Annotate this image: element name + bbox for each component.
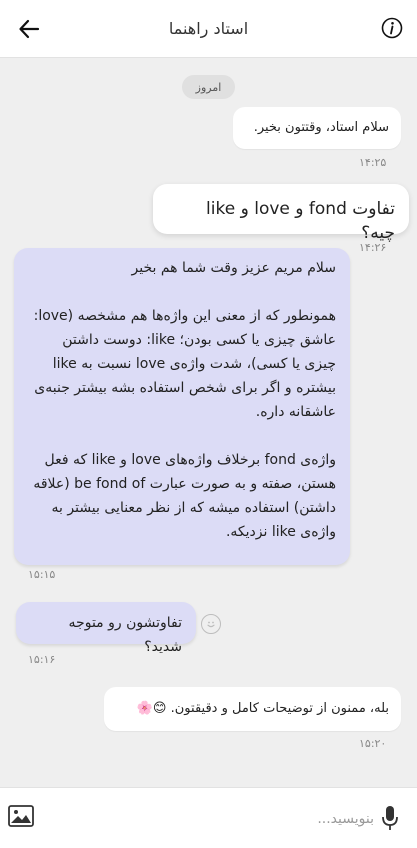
info-button[interactable] [379, 15, 405, 41]
app-header: استاد راهنما [0, 0, 417, 58]
message-paragraph: سلام مریم عزیز وقت شما هم بخیر [131, 260, 336, 276]
chat-title: استاد راهنما [168, 19, 249, 38]
microphone-icon [382, 806, 398, 830]
message-text: تفاوت fond و love و like چیه؟ [206, 199, 395, 243]
message-bubble-outgoing[interactable]: سلام استاد، وقتتون بخیر. [233, 107, 401, 149]
reaction-button[interactable] [201, 614, 221, 634]
message-bubble-incoming[interactable]: سلام مریم عزیز وقت شما هم بخیر همونطور ک… [14, 248, 350, 565]
image-icon [8, 805, 34, 827]
chat-area[interactable]: امروز سلام استاد، وقتتون بخیر. ۱۴:۲۵ تفا… [0, 57, 417, 787]
message-bubble-incoming[interactable]: تفاوتشون رو متوجه شدید؟ [16, 602, 196, 655]
message-text: بله، ممنون از توضیحات کامل و دقیقتون. 😊🌸 [136, 701, 389, 716]
attach-image-button[interactable] [8, 805, 36, 829]
info-icon [381, 17, 403, 39]
message-bubble-outgoing[interactable]: بله، ممنون از توضیحات کامل و دقیقتون. 😊🌸 [104, 687, 401, 731]
message-paragraph: واژه‌ی fond برخلاف واژه‌های love و like … [33, 452, 336, 540]
message-text: تفاوتشون رو متوجه شدید؟ [68, 615, 182, 655]
message-bubble-outgoing[interactable]: تفاوت fond و love و like چیه؟ [153, 184, 409, 243]
message-text: سلام استاد، وقتتون بخیر. [253, 120, 389, 135]
message-time: ۱۵:۲۰ [359, 737, 387, 750]
arrow-left-icon [19, 19, 40, 39]
smiley-icon [207, 621, 215, 628]
message-time: ۱۵:۱۶ [28, 653, 56, 666]
back-button[interactable] [14, 14, 44, 44]
message-composer [0, 787, 417, 848]
message-paragraph: همونطور که از معنی این واژه‌ها هم مشخصه … [33, 308, 336, 420]
voice-record-button[interactable] [381, 805, 401, 831]
message-time: ۱۴:۲۶ [359, 241, 387, 254]
date-separator: امروز [182, 75, 235, 99]
message-input[interactable] [52, 802, 376, 836]
message-time: ۱۴:۲۵ [359, 156, 387, 169]
message-time: ۱۵:۱۵ [28, 568, 56, 581]
